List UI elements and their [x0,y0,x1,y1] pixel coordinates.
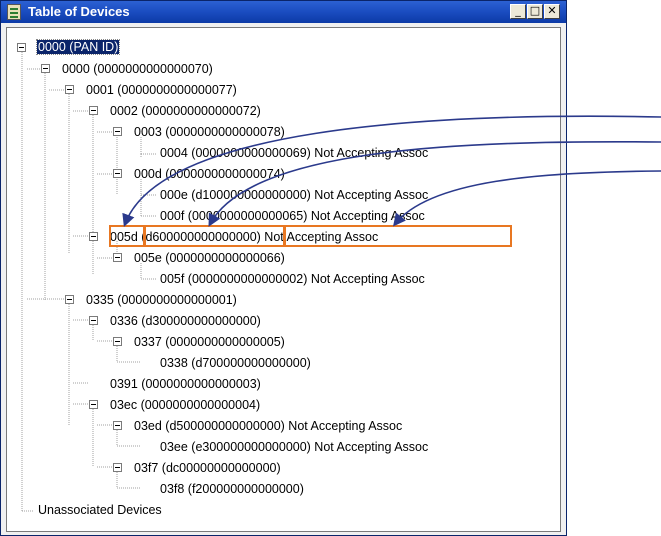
tree-node[interactable]: 005d (d600000000000000) Not Accepting As… [110,229,378,245]
tree-node[interactable]: 0001 (0000000000000077) [86,82,237,98]
collapse-toggle[interactable] [113,253,122,262]
tree-node[interactable]: 000e (d100000000000000) Not Accepting As… [160,187,428,203]
minimize-button[interactable]: _ [510,4,526,19]
tree-node[interactable]: 0337 (0000000000000005) [134,334,285,350]
collapse-toggle[interactable] [113,169,122,178]
collapse-toggle[interactable] [113,127,122,136]
collapse-toggle[interactable] [89,400,98,409]
collapse-toggle[interactable] [65,85,74,94]
tree-node[interactable]: 0004 (0000000000000069) Not Accepting As… [160,145,428,161]
collapse-toggle-root[interactable] [17,43,26,52]
close-button[interactable]: ✕ [544,4,560,19]
tree-node[interactable]: 0003 (0000000000000078) [134,124,285,140]
collapse-toggle[interactable] [113,463,122,472]
tree-node[interactable]: 03ec (0000000000000004) [110,397,260,413]
tree-node-unassociated[interactable]: Unassociated Devices [38,502,162,518]
tree-node[interactable]: 03ed (d500000000000000) Not Accepting As… [134,418,402,434]
collapse-toggle[interactable] [65,295,74,304]
window-title: Table of Devices [28,4,130,19]
tree-node[interactable]: 03f7 (dc00000000000000) [134,460,281,476]
tree-node[interactable]: 005e (0000000000000066) [134,250,285,266]
collapse-toggle[interactable] [89,106,98,115]
collapse-toggle[interactable] [41,64,50,73]
collapse-toggle[interactable] [89,316,98,325]
tree-node-root-label: 0000 (PAN ID) [35,39,121,55]
tree-node[interactable]: 0336 (d300000000000000) [110,313,261,329]
tree-node[interactable]: 0002 (0000000000000072) [110,103,261,119]
collapse-toggle[interactable] [113,421,122,430]
collapse-toggle[interactable] [113,337,122,346]
tree-node[interactable]: 03ee (e300000000000000) Not Accepting As… [160,439,428,455]
app-table-icon [7,4,21,20]
tree-node[interactable]: 0000 (0000000000000070) [62,61,213,77]
tree-node-root[interactable]: 0000 (PAN ID) [35,39,121,55]
title-bar[interactable]: Table of Devices _ □ ✕ [1,1,566,23]
table-of-devices-window: Table of Devices _ □ ✕ 0000 (PAN ID) 000… [0,0,567,536]
tree-node[interactable]: 0391 (0000000000000003) [110,376,261,392]
maximize-button[interactable]: □ [527,4,543,19]
tree-node[interactable]: 000d (0000000000000074) [134,166,285,182]
tree-node[interactable]: 03f8 (f200000000000000) [160,481,304,497]
tree-node[interactable]: 0335 (0000000000000001) [86,292,237,308]
device-tree-view[interactable]: 0000 (PAN ID) 0000 (0000000000000070) 00… [6,27,561,532]
tree-node[interactable]: 0338 (d700000000000000) [160,355,311,371]
collapse-toggle[interactable] [89,232,98,241]
tree-node[interactable]: 000f (0000000000000065) Not Accepting As… [160,208,425,224]
tree-node[interactable]: 005f (0000000000000002) Not Accepting As… [160,271,425,287]
